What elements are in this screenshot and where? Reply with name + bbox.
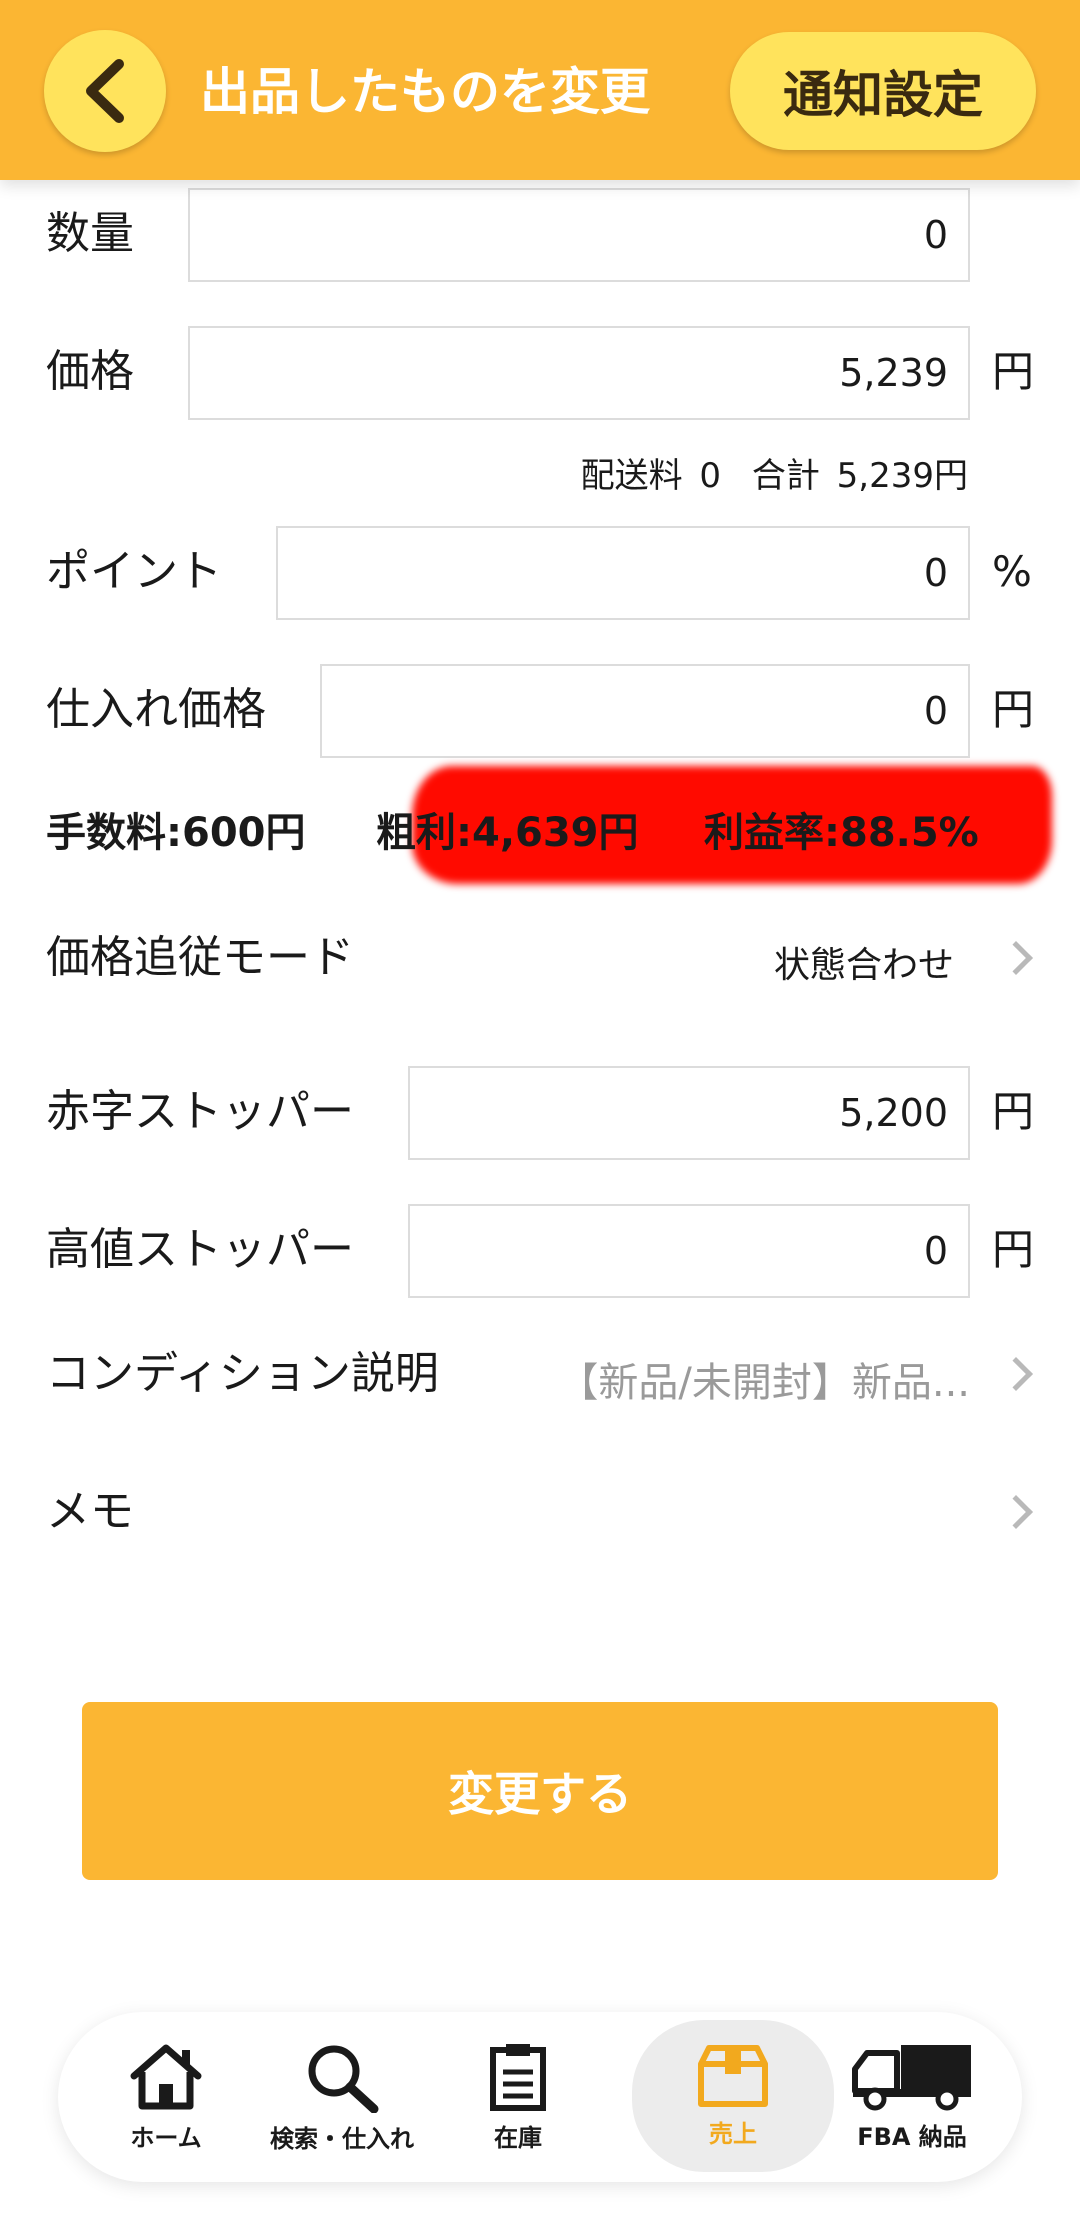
tab-label: 売上 [709,2119,757,2148]
loss-stopper-value: 5,200 [839,1091,948,1135]
quantity-input[interactable]: 0 [188,188,970,282]
clipboard-icon [490,2043,546,2111]
chevron-right-icon [999,1495,1033,1529]
loss-stopper-label: 赤字ストッパー [46,1086,354,1137]
profit-summary: 手数料:600円 粗利:4,639円 利益率:88.5% [46,800,1046,860]
purchase-price-label: 仕入れ価格 [46,684,266,735]
purchase-price-unit: 円 [992,685,1035,734]
app-header: 出品したものを変更 通知設定 [0,0,1080,180]
point-unit: % [992,547,1032,596]
tab-fba[interactable]: FBA 納品 [822,2012,1002,2182]
home-icon [130,2044,202,2109]
tab-sales[interactable]: 売上 [632,2020,834,2172]
point-input[interactable]: 0 [276,526,970,620]
purchase-price-value: 0 [923,689,948,733]
tab-label: 在庫 [494,2123,542,2152]
shipping-value: 0 [699,456,722,496]
chevron-right-icon [999,1357,1033,1391]
high-stopper-label: 高値ストッパー [46,1224,354,1275]
page-title: 出品したものを変更 [200,63,650,121]
quantity-label: 数量 [46,208,134,259]
tab-label: ホーム [130,2123,202,2152]
high-stopper-unit: 円 [992,1225,1035,1274]
loss-stopper-unit: 円 [992,1087,1035,1136]
high-stopper-input[interactable]: 0 [408,1204,970,1298]
condition-label: コンディション説明 [46,1348,439,1399]
price-follow-value: 状態合わせ [773,945,954,986]
bottom-tab-bar: ホーム 検索・仕入れ 在庫 売上 FBA 納品 [58,2012,1022,2182]
back-button[interactable] [44,30,166,152]
tab-label: 検索・仕入れ [270,2124,414,2153]
profit-rate-text: 利益率:88.5% [704,810,979,856]
tab-label: FBA 納品 [857,2122,967,2151]
memo-label: メモ [46,1486,134,1537]
loss-stopper-input[interactable]: 5,200 [408,1066,970,1160]
box-icon [698,2044,768,2107]
total-label: 合計 [751,456,820,496]
price-follow-label: 価格追従モード [46,932,354,983]
tab-inventory[interactable]: 在庫 [430,2012,606,2182]
high-stopper-value: 0 [923,1229,948,1273]
truck-icon [852,2044,971,2110]
tab-home[interactable]: ホーム [78,2012,254,2182]
price-unit: 円 [992,347,1035,396]
chevron-left-icon [86,59,124,123]
total-value: 5,239円 [836,456,968,496]
condition-value: 【新品/未開封】新品... [558,1360,970,1406]
submit-change-button[interactable]: 変更する [82,1702,998,1880]
shipping-label: 配送料 [580,456,683,496]
tab-search[interactable]: 検索・仕入れ [254,2012,430,2182]
notification-settings-button[interactable]: 通知設定 [730,32,1036,150]
search-icon [308,2045,379,2113]
point-label: ポイント [46,546,222,597]
price-input[interactable]: 5,239 [188,326,970,420]
point-value: 0 [923,551,948,595]
chevron-right-icon [999,941,1033,975]
price-value: 5,239 [839,351,948,395]
purchase-price-input[interactable]: 0 [320,664,970,758]
gross-profit-text: 粗利:4,639円 [376,810,639,856]
price-label: 価格 [46,346,134,397]
fee-text: 手数料:600円 [46,810,306,856]
shipping-summary: 配送料 0 合計 5,239円 [575,448,968,497]
quantity-value: 0 [923,213,948,257]
